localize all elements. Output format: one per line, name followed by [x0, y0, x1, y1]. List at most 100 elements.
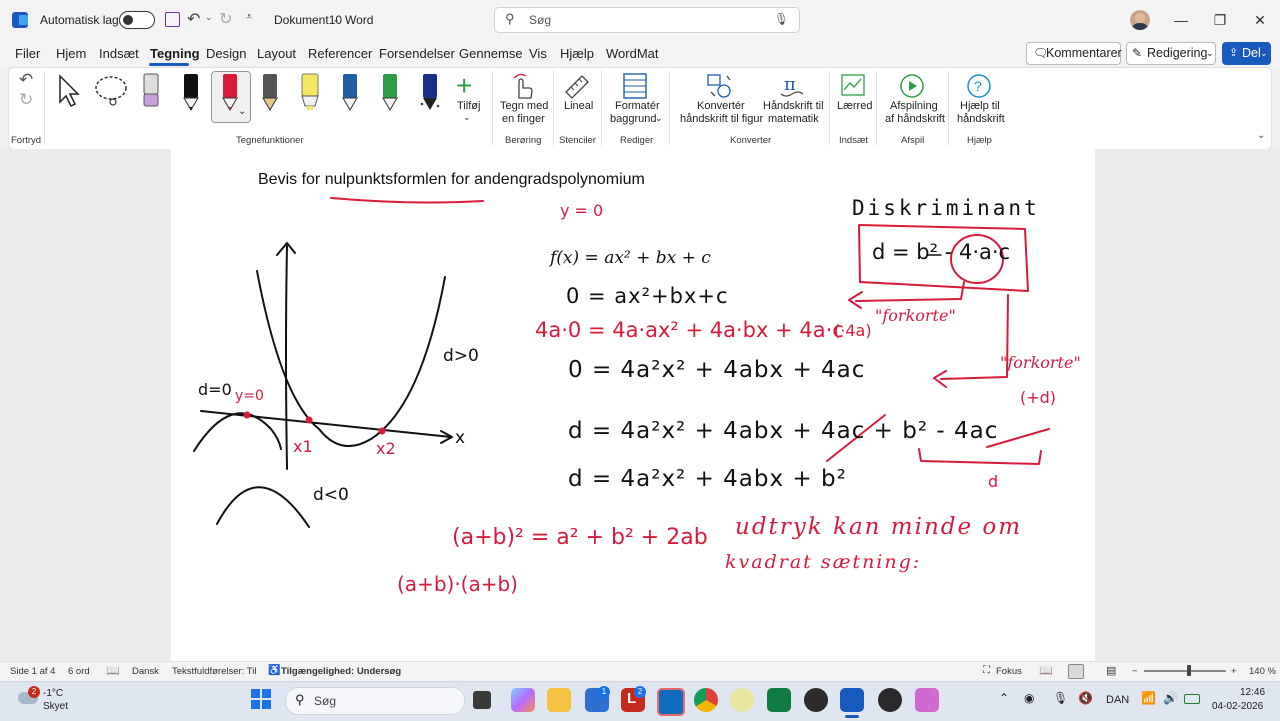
- collapse-ribbon-icon[interactable]: ⌄: [1257, 130, 1265, 141]
- tab-hjem[interactable]: Hjem: [56, 46, 86, 61]
- pencil-gray-icon[interactable]: [259, 72, 281, 112]
- draw-with-finger-icon[interactable]: [510, 72, 536, 100]
- status-focus[interactable]: Fokus: [996, 666, 1022, 677]
- read-mode-icon[interactable]: 📖: [1039, 664, 1053, 677]
- tab-design[interactable]: Design: [206, 46, 246, 61]
- word-taskbar-icon[interactable]: [840, 688, 864, 712]
- search-box[interactable]: ⚲ Søg 🎙: [494, 7, 800, 33]
- add-chevron-icon: ⌄: [463, 112, 471, 122]
- app-w-icon[interactable]: [730, 688, 754, 712]
- tab-vis[interactable]: Vis: [529, 46, 547, 61]
- save-icon[interactable]: [165, 12, 180, 27]
- tab-gennemse[interactable]: Gennemse: [459, 46, 523, 61]
- outlook-icon[interactable]: [657, 688, 685, 716]
- group-undo-label: Fortryd: [11, 135, 42, 146]
- maximize-button[interactable]: ❐: [1205, 8, 1235, 32]
- canvas-label[interactable]: Lærred: [837, 100, 872, 113]
- format-background-icon[interactable]: [621, 72, 649, 100]
- status-word-count[interactable]: 6 ord: [68, 666, 90, 677]
- divider: [669, 71, 670, 145]
- autosave-toggle[interactable]: [119, 11, 155, 29]
- snipping-tool-icon[interactable]: [915, 688, 939, 712]
- tab-forsendelser[interactable]: Forsendelser: [379, 46, 455, 61]
- share-button[interactable]: ⇪ Del ⌄: [1222, 42, 1271, 65]
- microphone-icon[interactable]: 🎙: [774, 12, 789, 26]
- file-explorer-icon[interactable]: [547, 688, 571, 712]
- ribbon-undo-icon[interactable]: ↶: [19, 70, 33, 90]
- tray-date[interactable]: 04-02-2026: [1212, 701, 1263, 712]
- status-page-count[interactable]: Side 1 af 4: [10, 666, 55, 677]
- tab-referencer[interactable]: Referencer: [308, 46, 372, 61]
- pen-galaxy-icon[interactable]: [419, 72, 441, 112]
- ink-times-4a: (·4a): [834, 321, 872, 340]
- avatar[interactable]: [1130, 10, 1150, 30]
- task-view-icon[interactable]: [473, 691, 491, 709]
- zoom-out-icon[interactable]: −: [1132, 666, 1138, 677]
- select-objects-icon[interactable]: [56, 74, 84, 108]
- minimize-button[interactable]: —: [1166, 8, 1196, 32]
- pen-options-chevron-icon[interactable]: ⌄: [238, 106, 246, 117]
- tray-wifi-icon[interactable]: 📶: [1141, 691, 1156, 705]
- ink-eq4: d = 4a²x² + 4abx + b²: [568, 466, 847, 492]
- zoom-slider[interactable]: [1144, 665, 1226, 676]
- ink-d-negative: d<0: [313, 485, 349, 505]
- chrome-icon[interactable]: [694, 688, 718, 712]
- weather-temp: -1°C: [43, 688, 64, 699]
- pen-green-icon[interactable]: [379, 72, 401, 112]
- copilot-icon[interactable]: [511, 688, 535, 712]
- comments-button[interactable]: 🗨 Kommentarer: [1026, 42, 1122, 65]
- redo-icon[interactable]: ↻: [219, 9, 232, 29]
- ruler-icon[interactable]: [563, 72, 591, 100]
- start-button[interactable]: [251, 689, 271, 709]
- ink-eq2: 0 = 4a²x² + 4abx + 4ac: [568, 357, 866, 383]
- ink-to-shape-icon[interactable]: [705, 72, 733, 100]
- add-pen-icon[interactable]: +: [456, 70, 472, 102]
- ink-help-icon[interactable]: ?: [965, 72, 993, 100]
- print-layout-icon[interactable]: [1068, 664, 1084, 679]
- status-zoom-level[interactable]: 140 %: [1249, 666, 1276, 677]
- eraser-icon[interactable]: [140, 72, 162, 110]
- highlighter-yellow-icon[interactable]: [299, 72, 321, 112]
- chevron-down-icon: ⌄: [1206, 48, 1214, 58]
- canvas-icon[interactable]: [839, 72, 867, 100]
- close-button[interactable]: ✕: [1245, 8, 1275, 32]
- excel-icon[interactable]: [767, 688, 791, 712]
- undo-icon[interactable]: ↶: [187, 9, 200, 29]
- tab-filer[interactable]: Filer: [15, 46, 40, 61]
- tray-meet-icon[interactable]: ◉: [1024, 691, 1034, 705]
- weather-widget[interactable]: 2 -1°C Skyet: [16, 684, 76, 716]
- tray-language[interactable]: DAN: [1106, 694, 1129, 706]
- tab-wordmat[interactable]: WordMat: [606, 46, 659, 61]
- tab-layout[interactable]: Layout: [257, 46, 296, 61]
- web-layout-icon[interactable]: ▤: [1106, 664, 1116, 677]
- customize-toolbar-icon[interactable]: ⩡: [246, 11, 252, 24]
- editing-mode-button[interactable]: ✎ Redigering ⌄: [1126, 42, 1216, 65]
- pen-black-icon[interactable]: [180, 72, 202, 112]
- status-text-predictions[interactable]: Tekstfuldførelser: Til: [172, 666, 256, 677]
- ruler-label[interactable]: Lineal: [564, 100, 593, 113]
- lasso-select-icon[interactable]: [93, 74, 129, 108]
- status-language[interactable]: Dansk: [132, 666, 159, 677]
- tab-hjaelp[interactable]: Hjælp: [560, 46, 594, 61]
- tray-time[interactable]: 12:46: [1240, 687, 1265, 698]
- tray-battery-icon[interactable]: [1184, 694, 1200, 704]
- app-gear-icon[interactable]: [804, 688, 828, 712]
- tray-volume-icon[interactable]: 🔇: [1078, 691, 1093, 705]
- pen-blue-icon[interactable]: [339, 72, 361, 112]
- zoom-slider-thumb[interactable]: [1187, 665, 1191, 676]
- status-accessibility[interactable]: Tilgængelighed: Undersøg: [281, 666, 401, 677]
- tray-chevron-icon[interactable]: ⌃: [999, 691, 1009, 705]
- taskbar-search[interactable]: ⚲ Søg: [285, 687, 465, 715]
- word-app-icon[interactable]: [12, 12, 28, 28]
- proofing-icon[interactable]: 📖: [106, 664, 120, 677]
- tray-mic-icon[interactable]: 🎙: [1053, 691, 1068, 705]
- zoom-in-icon[interactable]: +: [1231, 666, 1237, 677]
- ink-replay-icon[interactable]: [898, 72, 926, 100]
- ribbon-redo-icon[interactable]: ↻: [19, 90, 33, 110]
- tray-speaker-icon[interactable]: 🔊: [1163, 691, 1178, 705]
- tab-tegning[interactable]: Tegning: [150, 46, 200, 61]
- app-dark-icon[interactable]: [878, 688, 902, 712]
- ink-to-math-icon[interactable]: π: [778, 72, 806, 100]
- undo-dropdown-icon[interactable]: ⌄: [205, 12, 213, 23]
- tab-indsaet[interactable]: Indsæt: [99, 46, 139, 61]
